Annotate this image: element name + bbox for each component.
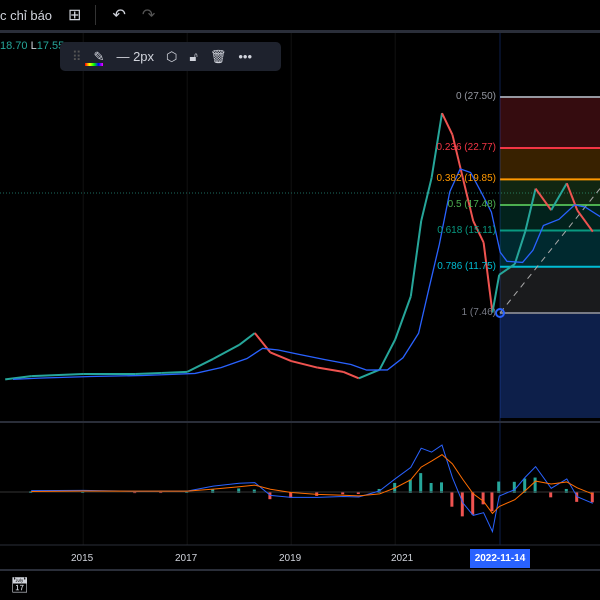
- signal-line: [31, 454, 593, 515]
- macd-histogram-bar: [549, 492, 553, 498]
- price-chart[interactable]: [0, 0, 600, 600]
- price-segment: [270, 351, 292, 363]
- drawing-toolbar: ⠿ ✎ — 2px ⬡ 🔓︎ 🗑︎ •••: [60, 42, 281, 71]
- fib-level-label: 0.786 (11.75): [437, 260, 496, 272]
- price-segment: [317, 366, 344, 373]
- price-segment: [161, 370, 188, 374]
- fib-level-label: 0 (27.50): [455, 90, 496, 102]
- unlock-icon[interactable]: 🔓︎: [189, 49, 197, 65]
- macd-histogram-bar: [450, 492, 454, 507]
- price-segment: [290, 360, 318, 369]
- price-segment: [358, 368, 380, 380]
- macd-histogram-bar: [419, 473, 423, 493]
- macd-histogram-bar: [490, 492, 494, 512]
- fib-level-label: 0.382 (19.85): [436, 173, 497, 185]
- line-width-label: 2px: [133, 49, 155, 64]
- x-axis-label: 2017: [175, 553, 198, 564]
- macd-histogram-bar: [440, 482, 443, 493]
- price-segment: [342, 370, 360, 380]
- fib-band: [500, 96, 600, 148]
- settings-icon[interactable]: ⬡: [166, 49, 177, 65]
- macd-line: [31, 444, 593, 534]
- price-segment: [441, 112, 454, 136]
- macd-histogram-bar: [408, 479, 412, 493]
- fib-level-label: 0.236 (22.77): [436, 141, 497, 153]
- x-axis-label: 2019: [279, 553, 302, 564]
- color-swatch[interactable]: [85, 63, 103, 66]
- x-axis-label: 2021: [391, 553, 414, 564]
- more-icon[interactable]: •••: [238, 49, 252, 64]
- fib-band: [500, 179, 600, 205]
- price-segment: [482, 242, 494, 313]
- price-segment: [31, 373, 84, 378]
- macd-histogram-bar: [471, 492, 475, 515]
- macd-histogram-bar: [497, 481, 501, 493]
- x-axis-label: 2015: [71, 553, 94, 564]
- price-segment: [212, 344, 240, 360]
- fib-band: [500, 266, 600, 313]
- macd-histogram-bar: [512, 481, 516, 493]
- fib-level-label: 0.5 (17.48): [447, 198, 496, 210]
- fib-level-label: 1 (7.46): [461, 307, 496, 318]
- line-width-icon[interactable]: — 2px: [116, 49, 154, 64]
- fib-extension-zone: [500, 313, 600, 418]
- divider: [0, 569, 600, 571]
- crosshair-date-badge: 2022-11-14: [470, 549, 530, 568]
- price-segment: [238, 332, 256, 346]
- price-segment: [135, 371, 162, 376]
- trash-icon[interactable]: 🗑︎: [210, 49, 227, 65]
- macd-histogram-bar: [533, 477, 537, 493]
- fib-band: [500, 147, 600, 180]
- fib-level-label: 0.618 (15.11): [437, 224, 496, 236]
- drag-handle-icon[interactable]: ⠿: [72, 49, 82, 65]
- go-to-date-icon[interactable]: 📅︎: [10, 576, 29, 594]
